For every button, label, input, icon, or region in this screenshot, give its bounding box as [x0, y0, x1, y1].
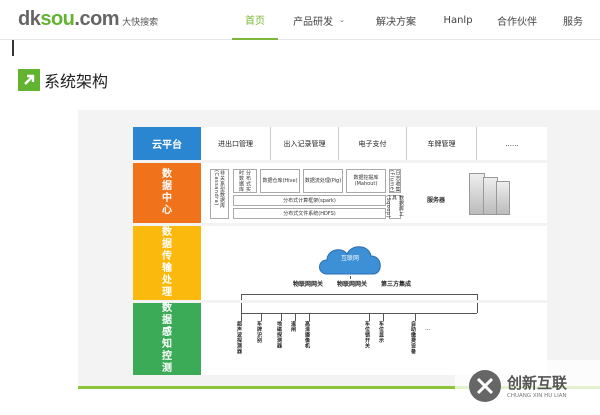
cloud-item-e-payment: 电子支付	[339, 127, 407, 160]
connector-line	[477, 294, 478, 300]
sensor-more: ...	[425, 325, 431, 332]
header: dk sou .com 大快搜索 首页 产品研发 ⌄ 解决方案 Hanlp 合作伙…	[0, 0, 600, 40]
logo-part-sou: sou	[40, 8, 75, 30]
logo-part-com: .com	[74, 8, 120, 30]
connector-line	[241, 313, 477, 314]
sensor-plate-recognition: 车牌识别	[256, 321, 262, 343]
connector-line	[415, 313, 416, 321]
category-cloud-platform: 云平台	[133, 127, 201, 160]
box-db-tools: 数据库工具(Sqoop)	[385, 195, 404, 219]
logo-part-dk: dk	[18, 8, 41, 30]
arrow-up-right-icon	[18, 69, 40, 91]
box-realtime-db: 分布式实时数据库	[233, 169, 257, 193]
connector-line	[383, 313, 384, 321]
box-compute-framework: 分布式计算框架(spark)	[233, 195, 386, 206]
site-logo[interactable]: dk sou .com 大快搜索	[18, 8, 159, 31]
gateway-label: 物联网网关	[293, 281, 324, 288]
text-cursor-bar	[12, 40, 14, 56]
cloud-icon: 互联网	[315, 240, 385, 276]
gateway-label: 物联网网关	[337, 281, 368, 288]
sensor-self-pay: 自助缴费设备	[410, 321, 416, 354]
nav-item-hanlp[interactable]: Hanlp	[432, 0, 484, 40]
server-rack-icon	[496, 181, 510, 215]
connector-line	[295, 313, 296, 321]
sensor-ultrasonic: 超声波探测器	[236, 321, 242, 354]
cloud-item-plate-management: 车牌管理	[407, 127, 477, 160]
server-label: 服务器	[427, 197, 446, 204]
nav-item-home[interactable]: 首页	[232, 0, 278, 40]
main-nav: 首页 产品研发 ⌄ 解决方案 Hanlp 合作伙伴 服务	[232, 0, 596, 40]
box-hdfs: 分布式文件系统(HDFS)	[233, 208, 386, 219]
category-sensing-control: 数 据 感 知 控 测	[133, 303, 201, 375]
sensor-geomagnetic: 地磁探测器	[276, 321, 282, 349]
connector-line	[241, 303, 242, 321]
connector-line	[281, 313, 282, 321]
nav-item-products[interactable]: 产品研发 ⌄	[278, 0, 360, 40]
connector-line	[309, 313, 310, 321]
category-data-center: 数 据 中 心	[133, 163, 201, 223]
logo-chinese-name: 大快搜索	[122, 18, 159, 28]
box-nosql-db: 非关系型数据库(Cassandra)	[210, 169, 229, 219]
box-stream-processing: 数据流处理(Pig)	[303, 169, 343, 193]
cloud-item-import-export: 进出口管理	[201, 127, 271, 160]
box-data-mining: 数据挖掘库(Mahout)	[346, 169, 386, 193]
box-log-collection: 日志收集(Flume)	[388, 169, 401, 193]
nav-item-solutions[interactable]: 解决方案	[360, 0, 432, 40]
cloud-platform-row: 进出口管理 出入记录管理 电子支付 车牌管理 ......	[201, 127, 547, 160]
connector-line	[261, 313, 262, 321]
watermark: 创新互联 CHUANG XIN HU LIAN	[455, 360, 600, 415]
watermark-logo-icon	[469, 370, 501, 402]
data-center-row: 非关系型数据库(Cassandra) 分布式实时数据库 数据仓库(Hive) 数…	[201, 163, 547, 223]
chevron-down-icon: ⌄	[339, 16, 345, 24]
connector-line	[477, 303, 478, 313]
connector-line	[241, 294, 242, 300]
sensor-hd-camera: 高清摄像机	[304, 321, 310, 349]
nav-item-service[interactable]: 服务	[550, 0, 596, 40]
category-data-transport: 数 据 传 输 处 理	[133, 226, 201, 300]
nav-item-partners[interactable]: 合作伙伴	[484, 0, 550, 40]
section-heading: 系统架构	[18, 68, 108, 92]
watermark-name: 创新互联	[507, 374, 568, 392]
box-data-warehouse: 数据仓库(Hive)	[260, 169, 300, 193]
section-title: 系统架构	[44, 72, 109, 91]
sensor-barrier-gate: 道闸	[290, 321, 296, 332]
cloud-item-more: ......	[505, 139, 519, 148]
watermark-subtitle: CHUANG XIN HU LIAN	[507, 393, 567, 399]
connector-line	[241, 294, 477, 295]
cloud-label: 互联网	[340, 255, 359, 262]
cloud-item-access-records: 出入记录管理	[271, 127, 339, 160]
third-party-label: 第三方集成	[381, 281, 412, 288]
transport-row: 互联网 物联网网关 物联网网关 第三方集成	[201, 226, 547, 300]
sensor-space-display: 车位显示	[378, 321, 384, 343]
connector-line	[369, 313, 370, 321]
sensor-parking-lock: 车位锁开关	[364, 321, 370, 349]
